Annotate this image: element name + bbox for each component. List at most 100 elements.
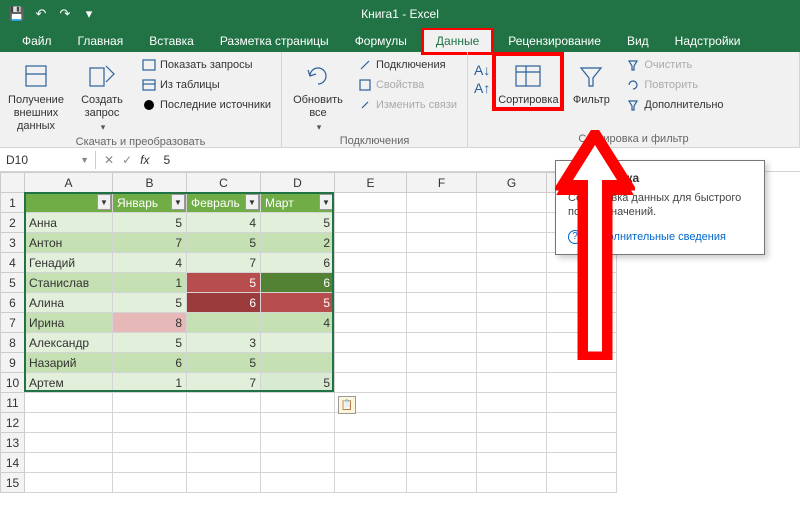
row-header-6[interactable]: 6 xyxy=(1,293,25,313)
col-header-C[interactable]: C xyxy=(187,173,261,193)
cell-B7[interactable]: 8 xyxy=(113,313,187,333)
cell-C11[interactable] xyxy=(187,393,261,413)
col-header-D[interactable]: D xyxy=(261,173,335,193)
cell-H10[interactable] xyxy=(547,373,617,393)
cell-G13[interactable] xyxy=(477,433,547,453)
cell-C13[interactable] xyxy=(187,433,261,453)
cell-G6[interactable] xyxy=(477,293,547,313)
cell-G15[interactable] xyxy=(477,473,547,493)
cell-H9[interactable] xyxy=(547,353,617,373)
cell-F11[interactable] xyxy=(407,393,477,413)
tab-file[interactable]: Файл xyxy=(10,30,64,52)
cell-F2[interactable] xyxy=(407,213,477,233)
cell-D2[interactable]: 5 xyxy=(261,213,335,233)
cell-G3[interactable] xyxy=(477,233,547,253)
cell-C9[interactable]: 5 xyxy=(187,353,261,373)
cell-C10[interactable]: 7 xyxy=(187,373,261,393)
cell-G2[interactable] xyxy=(477,213,547,233)
cell-D9[interactable] xyxy=(261,353,335,373)
row-header-15[interactable]: 15 xyxy=(1,473,25,493)
cell-A2[interactable]: Анна xyxy=(25,213,113,233)
cell-C3[interactable]: 5 xyxy=(187,233,261,253)
cell-D14[interactable] xyxy=(261,453,335,473)
cell-F6[interactable] xyxy=(407,293,477,313)
cell-B3[interactable]: 7 xyxy=(113,233,187,253)
cell-E7[interactable] xyxy=(335,313,407,333)
cell-G10[interactable] xyxy=(477,373,547,393)
cell-B8[interactable]: 5 xyxy=(113,333,187,353)
cell-D3[interactable]: 2 xyxy=(261,233,335,253)
cell-F14[interactable] xyxy=(407,453,477,473)
cell-F13[interactable] xyxy=(407,433,477,453)
redo-icon[interactable]: ↷ xyxy=(56,5,74,23)
cell-B10[interactable]: 1 xyxy=(113,373,187,393)
get-external-data-button[interactable]: Получение внешних данных xyxy=(6,56,66,134)
col-header-A[interactable]: A xyxy=(25,173,113,193)
cell-G12[interactable] xyxy=(477,413,547,433)
cell-D5[interactable]: 6 xyxy=(261,273,335,293)
cell-E5[interactable] xyxy=(335,273,407,293)
col-header-F[interactable]: F xyxy=(407,173,477,193)
cell-E8[interactable] xyxy=(335,333,407,353)
row-header-2[interactable]: 2 xyxy=(1,213,25,233)
tab-addins[interactable]: Надстройки xyxy=(663,30,753,52)
cell-A11[interactable] xyxy=(25,393,113,413)
cell-G9[interactable] xyxy=(477,353,547,373)
cell-B9[interactable]: 6 xyxy=(113,353,187,373)
row-header-9[interactable]: 9 xyxy=(1,353,25,373)
cell-E1[interactable] xyxy=(335,193,407,213)
cell-B5[interactable]: 1 xyxy=(113,273,187,293)
cell-C14[interactable] xyxy=(187,453,261,473)
cell-H5[interactable] xyxy=(547,273,617,293)
fx-icon[interactable]: fx xyxy=(140,153,149,167)
cell-D15[interactable] xyxy=(261,473,335,493)
filter-dropdown-icon[interactable]: ▼ xyxy=(319,194,333,210)
cell-A10[interactable]: Артем xyxy=(25,373,113,393)
cell-G8[interactable] xyxy=(477,333,547,353)
cell-C6[interactable]: 6 xyxy=(187,293,261,313)
cell-B15[interactable] xyxy=(113,473,187,493)
cell-G4[interactable] xyxy=(477,253,547,273)
cell-F4[interactable] xyxy=(407,253,477,273)
cell-G7[interactable] xyxy=(477,313,547,333)
cell-A3[interactable]: Антон xyxy=(25,233,113,253)
cell-H7[interactable] xyxy=(547,313,617,333)
row-header-8[interactable]: 8 xyxy=(1,333,25,353)
cell-D13[interactable] xyxy=(261,433,335,453)
cell-C2[interactable]: 4 xyxy=(187,213,261,233)
name-box-dropdown-icon[interactable]: ▼ xyxy=(80,155,89,165)
cell-A14[interactable] xyxy=(25,453,113,473)
cell-H6[interactable] xyxy=(547,293,617,313)
row-header-3[interactable]: 3 xyxy=(1,233,25,253)
cell-D1[interactable]: Март▼ xyxy=(261,193,335,213)
sort-button[interactable]: Сортировка xyxy=(492,52,564,111)
cell-F8[interactable] xyxy=(407,333,477,353)
paste-options-icon[interactable]: 📋 xyxy=(338,396,356,414)
cell-D8[interactable] xyxy=(261,333,335,353)
cell-H11[interactable] xyxy=(547,393,617,413)
cell-E13[interactable] xyxy=(335,433,407,453)
col-header-B[interactable]: B xyxy=(113,173,187,193)
cell-B13[interactable] xyxy=(113,433,187,453)
row-header-14[interactable]: 14 xyxy=(1,453,25,473)
cell-C8[interactable]: 3 xyxy=(187,333,261,353)
cell-F7[interactable] xyxy=(407,313,477,333)
cell-F3[interactable] xyxy=(407,233,477,253)
cell-G1[interactable] xyxy=(477,193,547,213)
cell-A15[interactable] xyxy=(25,473,113,493)
cell-B1[interactable]: Январь▼ xyxy=(113,193,187,213)
refresh-all-button[interactable]: Обновить все xyxy=(288,56,348,133)
cell-F12[interactable] xyxy=(407,413,477,433)
cell-A6[interactable]: Алина xyxy=(25,293,113,313)
cell-B4[interactable]: 4 xyxy=(113,253,187,273)
filter-dropdown-icon[interactable]: ▼ xyxy=(97,194,111,210)
tab-view[interactable]: Вид xyxy=(615,30,661,52)
cell-B6[interactable]: 5 xyxy=(113,293,187,313)
cell-F15[interactable] xyxy=(407,473,477,493)
cell-D11[interactable] xyxy=(261,393,335,413)
cell-G14[interactable] xyxy=(477,453,547,473)
cell-B11[interactable] xyxy=(113,393,187,413)
recent-sources-button[interactable]: Последние источники xyxy=(138,96,275,114)
cell-A5[interactable]: Станислав xyxy=(25,273,113,293)
cell-D12[interactable] xyxy=(261,413,335,433)
